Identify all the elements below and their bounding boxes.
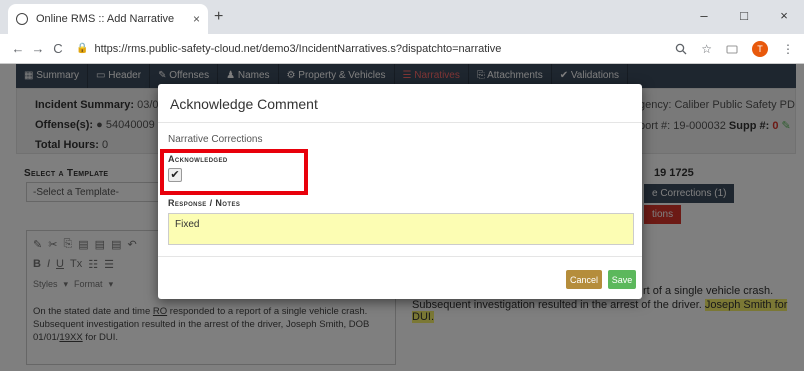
close-window-button[interactable]: ×: [764, 8, 804, 23]
tab-close-icon[interactable]: ×: [193, 12, 200, 26]
dialog-footer-divider: [158, 256, 642, 257]
window-controls: – □ ×: [684, 0, 804, 30]
cancel-button[interactable]: Cancel: [566, 270, 602, 289]
tab-title: Online RMS :: Add Narrative: [36, 13, 175, 25]
zoom-icon[interactable]: [675, 43, 687, 55]
maximize-button[interactable]: □: [724, 8, 764, 23]
response-notes-label: Response / Notes: [168, 198, 241, 208]
back-button[interactable]: ←: [8, 41, 28, 56]
browser-tab[interactable]: Online RMS :: Add Narrative ×: [8, 4, 208, 34]
url-field[interactable]: 🔒 https://rms.public-safety-cloud.net/de…: [76, 43, 675, 55]
dialog-subtitle: Narrative Corrections: [168, 134, 263, 145]
response-notes-textarea[interactable]: Fixed: [168, 213, 634, 245]
menu-kebab-icon[interactable]: ⋮: [782, 42, 794, 56]
save-button[interactable]: Save: [608, 270, 636, 289]
url-text: https://rms.public-safety-cloud.net/demo…: [94, 42, 502, 55]
minimize-button[interactable]: –: [684, 8, 724, 23]
extension-icon[interactable]: [726, 44, 738, 54]
new-tab-button[interactable]: +: [214, 8, 223, 26]
highlight-annotation-box: [160, 149, 308, 195]
address-bar: ← → C 🔒 https://rms.public-safety-cloud.…: [0, 34, 804, 64]
forward-button[interactable]: →: [28, 41, 48, 56]
dialog-title: Acknowledge Comment: [170, 96, 318, 112]
bookmark-star-icon[interactable]: ☆: [701, 42, 712, 56]
reload-button[interactable]: C: [48, 41, 68, 56]
profile-avatar[interactable]: T: [752, 40, 768, 57]
dialog-divider: [158, 122, 642, 123]
globe-icon: [16, 13, 28, 25]
lock-icon: 🔒: [76, 43, 89, 54]
